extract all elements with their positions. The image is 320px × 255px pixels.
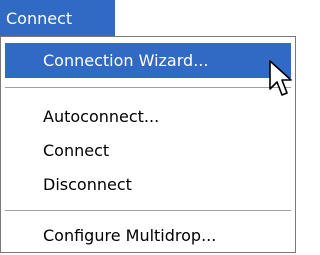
menu-item-connection-wizard[interactable]: Connection Wizard... xyxy=(5,43,291,78)
menu-title-connect[interactable]: Connect xyxy=(0,0,115,38)
menu-separator xyxy=(5,210,291,211)
connect-dropdown-menu: Connection Wizard... Autoconnect... Conn… xyxy=(0,36,296,253)
menu-item-configure-multidrop[interactable]: Configure Multidrop... xyxy=(5,218,291,253)
menu-separator xyxy=(5,87,291,88)
menu-item-connect[interactable]: Connect xyxy=(5,133,291,168)
menu-item-disconnect[interactable]: Disconnect xyxy=(5,167,291,202)
menu-item-autoconnect[interactable]: Autoconnect... xyxy=(5,99,291,134)
arrow-cursor-icon xyxy=(269,60,292,96)
